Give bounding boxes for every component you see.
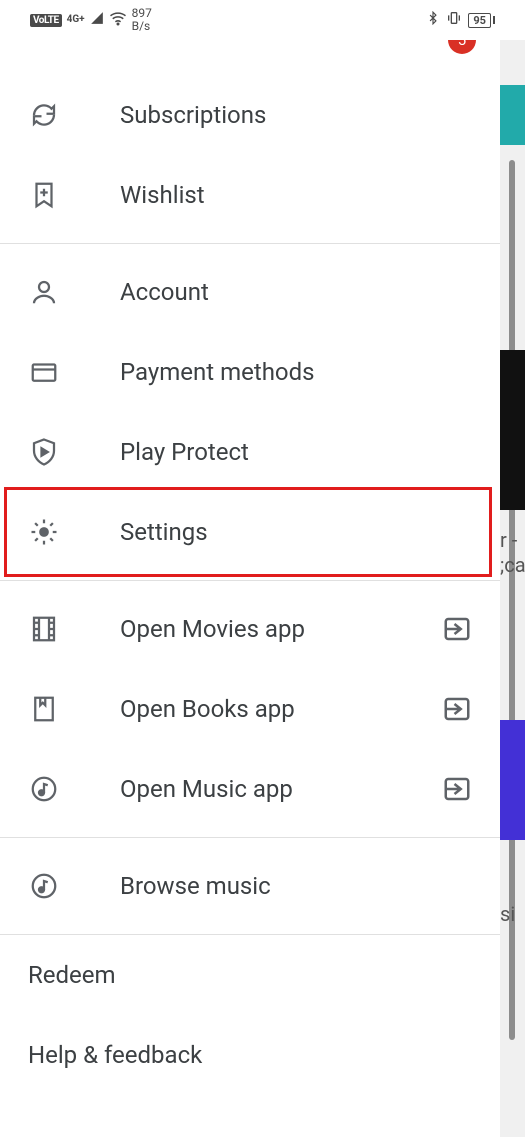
vibrate-icon: [446, 10, 462, 30]
menu-item-subscriptions[interactable]: Subscriptions: [0, 75, 500, 155]
menu-item-notifications[interactable]: Notifications 5: [0, 40, 500, 75]
menu-label: Redeem: [28, 961, 116, 989]
menu-label: Open Music app: [120, 775, 442, 803]
status-left: VoLTE 4G+ 897 B/s: [30, 7, 152, 32]
menu-label: Notifications: [120, 40, 472, 43]
credit-card-icon: [28, 356, 60, 388]
menu-label: Wishlist: [120, 181, 472, 209]
menu-item-open-movies[interactable]: Open Movies app: [0, 589, 500, 669]
menu-item-help-feedback[interactable]: Help & feedback: [0, 1015, 500, 1095]
menu-item-open-books[interactable]: Open Books app: [0, 669, 500, 749]
navigation-drawer: Notifications 5 Subscriptions Wishlist A…: [0, 40, 500, 1137]
music-circle-icon: [28, 773, 60, 805]
menu-item-wishlist[interactable]: Wishlist: [0, 155, 500, 235]
signal-icon: [90, 11, 104, 29]
bluetooth-icon: [426, 11, 440, 29]
battery-level: 95: [468, 13, 491, 28]
menu-item-play-protect[interactable]: Play Protect: [0, 412, 500, 492]
music-circle-icon: [28, 870, 60, 902]
wifi-icon: [109, 9, 127, 31]
menu-label: Open Movies app: [120, 615, 442, 643]
network-type: 4G+: [67, 15, 85, 25]
battery-tip: [493, 16, 495, 24]
menu-label: Settings: [120, 518, 472, 546]
bookmark-icon: [28, 693, 60, 725]
open-external-icon: [442, 614, 472, 644]
person-icon: [28, 276, 60, 308]
menu-label: Help & feedback: [28, 1041, 202, 1069]
menu-label: Account: [120, 278, 472, 306]
notifications-badge: 5: [448, 40, 476, 54]
menu-item-settings[interactable]: Settings: [0, 492, 500, 572]
content-behind-drawer: r - ;ca si: [500, 40, 525, 1137]
film-icon: [28, 613, 60, 645]
open-external-icon: [442, 694, 472, 724]
menu-label: Play Protect: [120, 438, 472, 466]
menu-label: Subscriptions: [120, 101, 472, 129]
menu-label: Browse music: [120, 872, 472, 900]
open-external-icon: [442, 774, 472, 804]
network-rate: 897 B/s: [132, 7, 152, 32]
volte-badge: VoLTE: [30, 14, 62, 27]
menu-item-browse-music[interactable]: Browse music: [0, 846, 500, 926]
menu-item-open-music[interactable]: Open Music app: [0, 749, 500, 829]
menu-label: Payment methods: [120, 358, 472, 386]
shield-play-icon: [28, 436, 60, 468]
bookmark-plus-icon: [28, 179, 60, 211]
status-bar: VoLTE 4G+ 897 B/s 95: [0, 0, 525, 40]
menu-label: Open Books app: [120, 695, 442, 723]
menu-item-payment-methods[interactable]: Payment methods: [0, 332, 500, 412]
menu-item-redeem[interactable]: Redeem: [0, 935, 500, 1015]
refresh-icon: [28, 99, 60, 131]
gear-icon: [28, 516, 60, 548]
status-right: 95: [426, 10, 495, 30]
menu-item-account[interactable]: Account: [0, 252, 500, 332]
